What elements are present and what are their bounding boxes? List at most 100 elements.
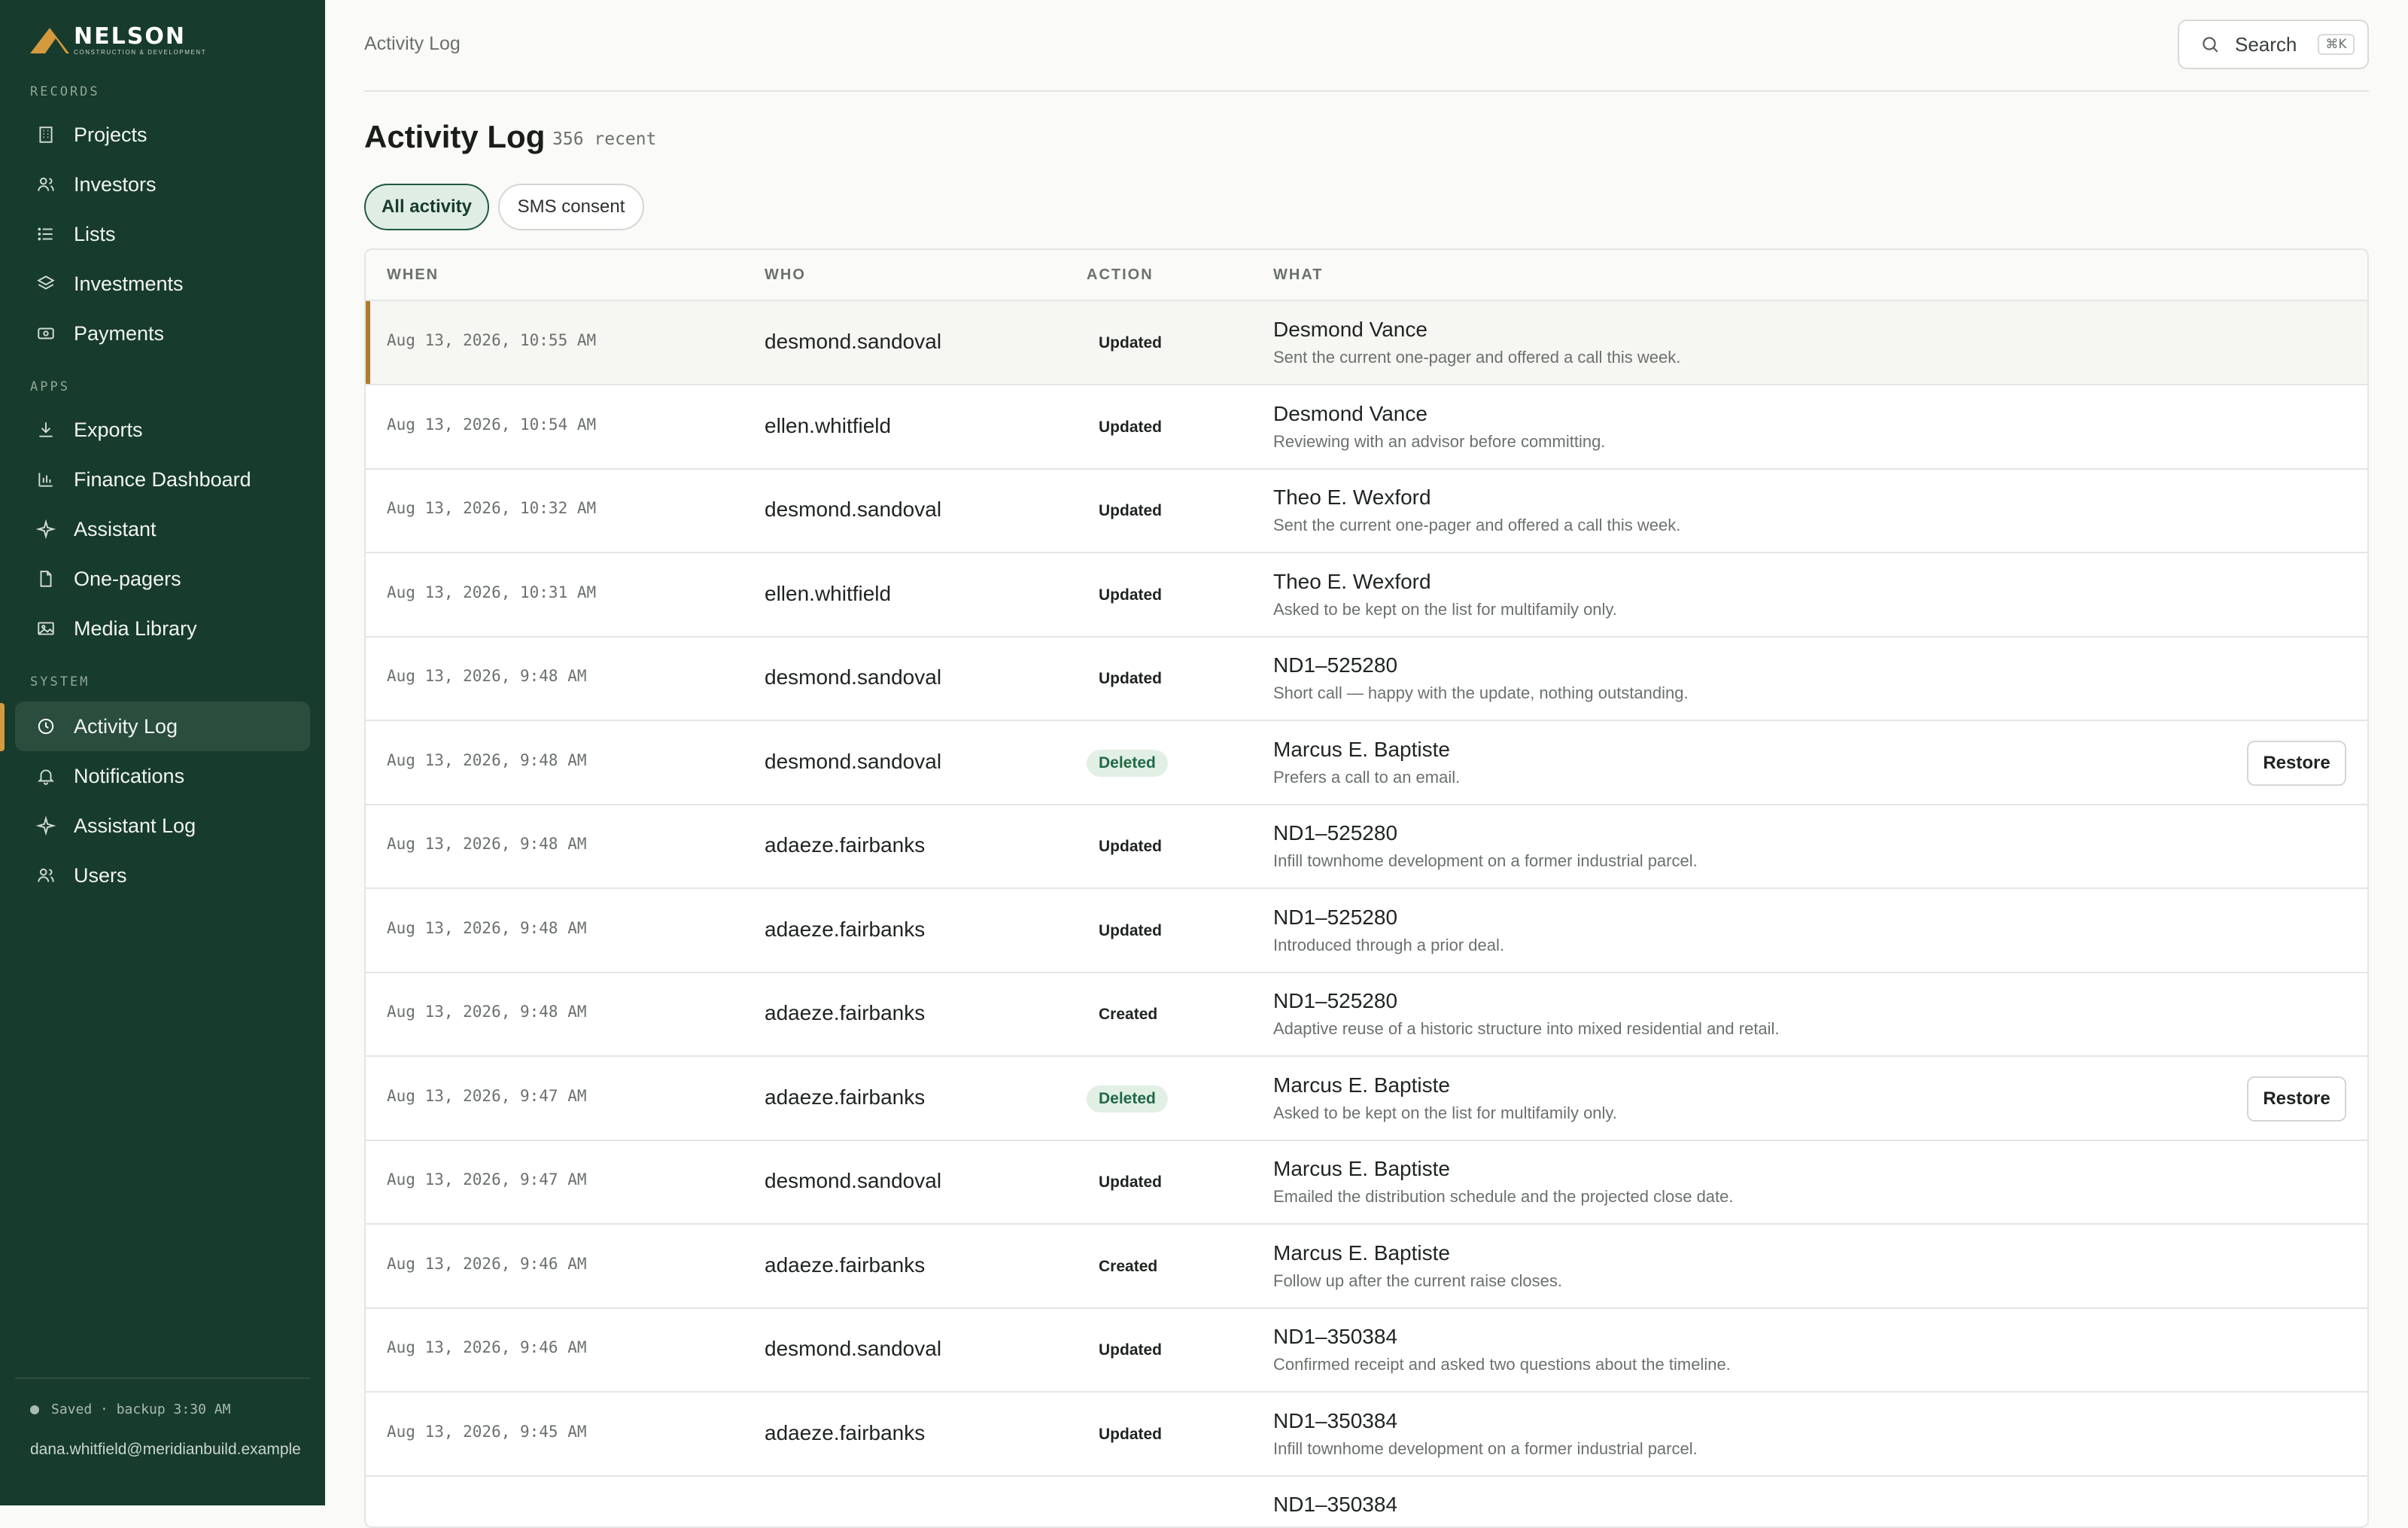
restore-button[interactable]: Restore xyxy=(2247,740,2346,786)
sidebar-item-media-library[interactable]: Media Library xyxy=(15,604,310,653)
sidebar-item-label: Exports xyxy=(74,418,143,441)
sparkle-icon xyxy=(35,518,57,540)
column-header-who[interactable]: WHO xyxy=(765,266,806,284)
table-row[interactable]: Aug 13, 2026, 9:47 AM adaeze.fairbanks Del… xyxy=(366,1057,2367,1141)
cell-what-title: Marcus E. Baptiste xyxy=(1273,1073,1450,1097)
cell-what-title: ND1–525280 xyxy=(1273,821,1398,845)
sidebar-item-assistant-log[interactable]: Assistant Log xyxy=(15,801,310,851)
sidebar-item-one-pagers[interactable]: One-pagers xyxy=(15,554,310,604)
cell-what-title: Desmond Vance xyxy=(1273,401,1427,425)
cell-what-description: Follow up after the current raise closes… xyxy=(1273,1271,1562,1290)
search-label: Search xyxy=(2235,32,2297,56)
sidebar-item-exports[interactable]: Exports xyxy=(15,405,310,455)
cell-what-description: Asked to be kept on the list for multifa… xyxy=(1273,1103,1617,1122)
table-row[interactable]: Aug 13, 2026, 10:55 AM desmond.sandoval Up… xyxy=(366,301,2367,385)
table-row[interactable]: Aug 13, 2026, 10:31 AM ellen.whitfield Upd… xyxy=(366,553,2367,638)
column-header-what[interactable]: WHAT xyxy=(1273,266,1324,284)
cell-what-title: Marcus E. Baptiste xyxy=(1273,1157,1450,1180)
action-badge: Deleted xyxy=(1087,749,1168,777)
table-row[interactable]: Aug 13, 2026, 10:54 AM ellen.whitfield Upd… xyxy=(366,385,2367,470)
action-badge: Updated xyxy=(1099,1173,1162,1191)
cell-when: Aug 13, 2026, 9:48 AM xyxy=(387,1003,587,1021)
sidebar-item-label: Investors xyxy=(74,172,157,196)
sparkle-icon xyxy=(35,814,57,837)
sidebar-item-investments[interactable]: Investments xyxy=(15,259,310,309)
filter-sms-consent[interactable]: SMS consent xyxy=(498,184,644,230)
sidebar-item-label: One-pagers xyxy=(74,567,181,590)
cell-when: Aug 13, 2026, 9:45 AM xyxy=(387,1422,587,1441)
table-row[interactable]: Aug 13, 2026, 9:46 AM adaeze.fairbanks Cre… xyxy=(366,1225,2367,1309)
table-row[interactable]: Aug 13, 2026, 9:48 AM adaeze.fairbanks Upd… xyxy=(366,889,2367,973)
table-row[interactable]: Aug 13, 2026, 9:48 AM desmond.sandoval Del… xyxy=(366,721,2367,805)
cell-who: adaeze.fairbanks xyxy=(765,1253,926,1277)
table-row[interactable]: Aug 13, 2026, 9:45 AM adaeze.fairbanks Upd… xyxy=(366,1393,2367,1477)
action-badge: Updated xyxy=(1099,838,1162,855)
page-title: Activity Log xyxy=(364,119,546,154)
table-row[interactable]: Aug 13, 2026, 10:32 AM desmond.sandoval Up… xyxy=(366,469,2367,553)
sidebar-item-projects[interactable]: Projects xyxy=(15,110,310,160)
column-header-when[interactable]: WHEN xyxy=(387,266,439,284)
sidebar-item-notifications[interactable]: Notifications xyxy=(15,751,310,801)
cell-who: adaeze.fairbanks xyxy=(765,1420,926,1444)
brand-name: NELSON xyxy=(74,23,186,50)
cell-who: ellen.whitfield xyxy=(765,413,892,437)
table-row[interactable]: Aug 13, 2026, 9:48 AM adaeze.fairbanks Cre… xyxy=(366,973,2367,1057)
sidebar-item-label: Assistant xyxy=(74,517,157,540)
cell-what-title: Marcus E. Baptiste xyxy=(1273,1240,1450,1265)
cell-what-title: ND1–350384 xyxy=(1273,1408,1398,1432)
sidebar-item-payments[interactable]: Payments xyxy=(15,309,310,358)
table-row[interactable]: Aug 13, 2026, 9:48 AM desmond.sandoval Upd… xyxy=(366,637,2367,721)
cell-when: Aug 13, 2026, 9:46 AM xyxy=(387,1338,587,1356)
cell-when: Aug 13, 2026, 10:31 AM xyxy=(387,583,597,601)
clock-icon xyxy=(35,715,57,738)
cell-who: adaeze.fairbanks xyxy=(765,1001,926,1024)
brand-tagline: CONSTRUCTION & DEVELOPMENT xyxy=(74,48,207,56)
record-count: 356 recent xyxy=(552,129,657,149)
saved-status: Saved · backup 3:30 AM xyxy=(30,1402,230,1417)
sidebar-item-label: Media Library xyxy=(74,616,197,640)
filter-all-activity[interactable]: All activity xyxy=(364,184,489,230)
sidebar-item-label: Notifications xyxy=(74,764,185,787)
building-icon xyxy=(35,123,57,146)
table-row[interactable]: Aug 13, 2026, 9:46 AM desmond.sandoval Upd… xyxy=(366,1308,2367,1393)
cell-who: desmond.sandoval xyxy=(765,330,942,353)
section-label-system: SYSTEM xyxy=(30,674,90,689)
sidebar-item-label: Finance Dashboard xyxy=(74,467,251,491)
cell-who: desmond.sandoval xyxy=(765,749,942,773)
cell-what-description: Emailed the distribution schedule and th… xyxy=(1273,1187,1734,1206)
action-badge: Created xyxy=(1099,1006,1158,1023)
sidebar-item-finance-dashboard[interactable]: Finance Dashboard xyxy=(15,455,310,504)
sidebar-item-lists[interactable]: Lists xyxy=(15,209,310,259)
bar-chart-icon xyxy=(35,468,57,491)
cell-when: Aug 13, 2026, 9:48 AM xyxy=(387,667,587,685)
table-row[interactable]: Aug 13, 2026, 9:48 AM adaeze.fairbanks Upd… xyxy=(366,805,2367,889)
table-row[interactable]: Aug 13, 2026, 9:47 AM desmond.sandoval Upd… xyxy=(366,1140,2367,1225)
column-header-action[interactable]: ACTION xyxy=(1087,266,1154,284)
cell-what-title: Marcus E. Baptiste xyxy=(1273,737,1450,761)
saved-status-text: Saved · backup 3:30 AM xyxy=(51,1402,231,1417)
table-row[interactable]: ND1–350384 xyxy=(366,1476,2367,1526)
cell-what-description: Short call — happy with the update, noth… xyxy=(1273,683,1689,702)
cell-what-title: ND1–525280 xyxy=(1273,905,1398,929)
table-header: WHEN WHO ACTION WHAT xyxy=(366,250,2367,301)
search-button[interactable]: Search ⌘K xyxy=(2178,20,2369,69)
brand-logo[interactable]: NELSON CONSTRUCTION & DEVELOPMENT xyxy=(30,23,207,56)
sidebar-item-investors[interactable]: Investors xyxy=(15,160,310,209)
sidebar-item-activity-log[interactable]: Activity Log xyxy=(15,702,310,751)
action-badge: Updated xyxy=(1099,921,1162,939)
sidebar-item-users[interactable]: Users xyxy=(15,851,310,900)
activity-table: WHEN WHO ACTION WHAT Aug 13, 2026, 10:55… xyxy=(364,248,2369,1528)
action-badge: Created xyxy=(1099,1257,1158,1275)
sidebar-item-assistant[interactable]: Assistant xyxy=(15,504,310,554)
restore-button[interactable]: Restore xyxy=(2247,1076,2346,1122)
sidebar-item-label: Investments xyxy=(74,272,184,295)
cash-icon xyxy=(35,322,57,345)
sidebar-item-label: Assistant Log xyxy=(74,814,196,837)
cell-when: Aug 13, 2026, 10:32 AM xyxy=(387,499,597,517)
sidebar-item-label: Projects xyxy=(74,123,147,146)
cell-who: adaeze.fairbanks xyxy=(765,917,926,941)
sidebar-item-label: Users xyxy=(74,863,127,887)
cell-what-title: ND1–350384 xyxy=(1273,1493,1398,1516)
user-email[interactable]: dana.whitfield@meridianbuild.example xyxy=(30,1438,301,1462)
image-icon xyxy=(35,617,57,640)
